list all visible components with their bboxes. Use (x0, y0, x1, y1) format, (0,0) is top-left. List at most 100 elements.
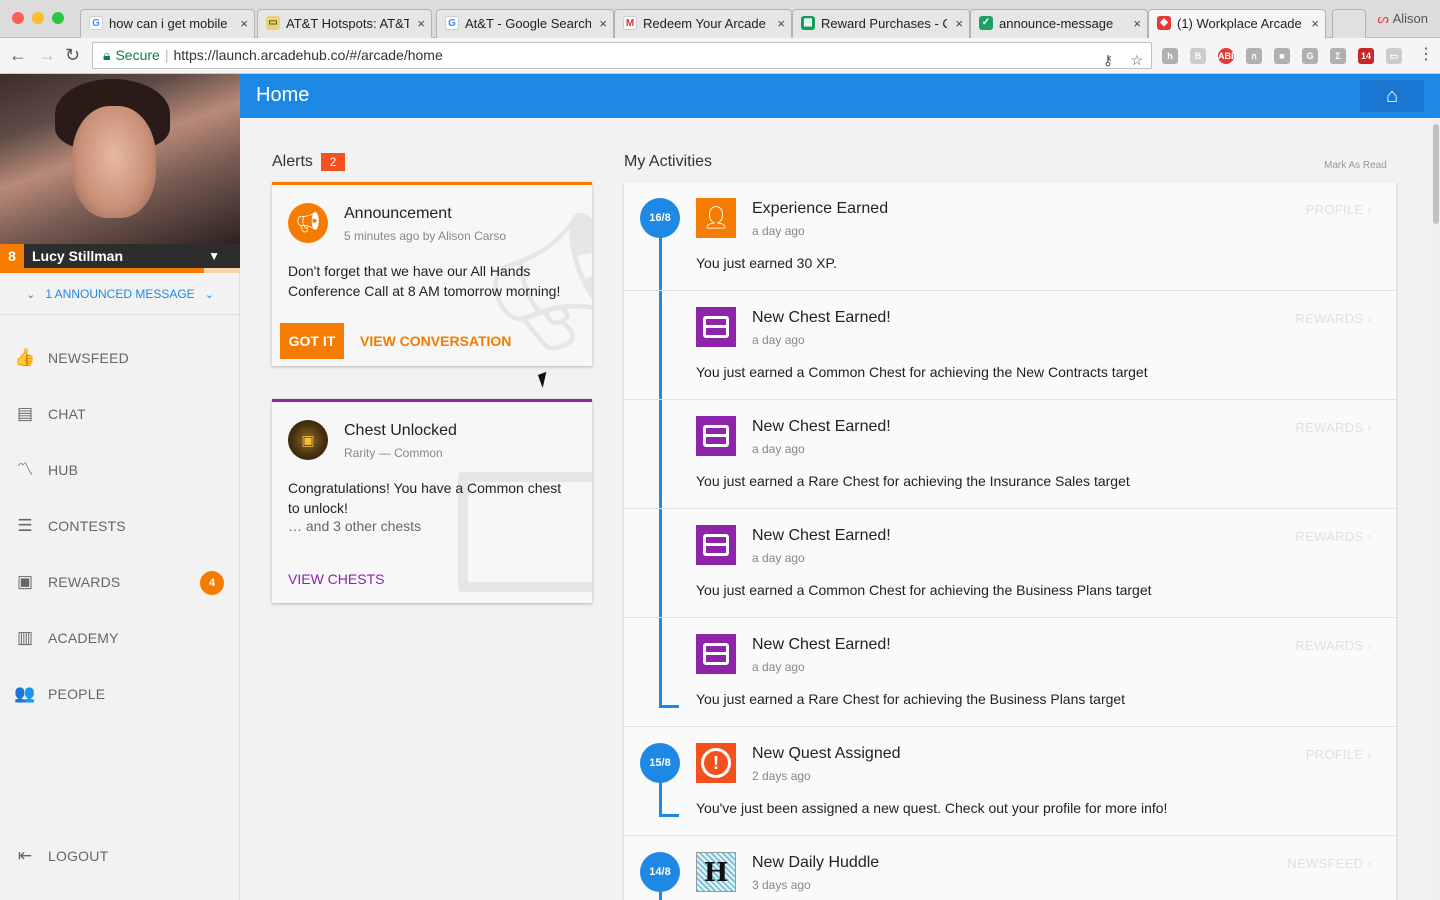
browser-tab[interactable]: ▦ Reward Purchases - C × (792, 9, 970, 38)
activity-title: New Chest Earned! (752, 527, 891, 544)
sheets-icon: ▦ (801, 16, 815, 30)
activity-body: You just earned a Common Chest for achie… (696, 364, 1148, 380)
extension-icon[interactable]: ▭ (1386, 48, 1402, 64)
browser-tab[interactable]: G At&T - Google Search × (436, 9, 614, 38)
activity-body: You just earned a Common Chest for achie… (696, 582, 1152, 598)
extension-icon[interactable]: G (1302, 48, 1318, 64)
activity-time: a day ago (752, 551, 805, 565)
reload-icon[interactable]: ↻ (65, 46, 80, 64)
forward-arrow-icon[interactable]: → (38, 46, 56, 64)
chevron-right-icon: › (1367, 747, 1372, 762)
close-tab-icon[interactable]: × (1311, 10, 1319, 37)
sidebar-item-hub[interactable]: 〽 HUB (0, 450, 240, 490)
logout-button[interactable]: ⇤ LOGOUT (0, 836, 240, 876)
avatar[interactable] (0, 74, 240, 244)
extension-icon[interactable]: h (1162, 48, 1178, 64)
sidebar-item-label: CONTESTS (48, 518, 126, 534)
menu-dots-icon[interactable]: ⋮ (1418, 46, 1434, 64)
view-chests-button[interactable]: VIEW CHESTS (288, 570, 384, 588)
scrollbar[interactable] (1432, 118, 1440, 900)
activity-link-label: REWARDS (1295, 311, 1364, 326)
activity-link-label: REWARDS (1295, 529, 1364, 544)
minimize-window-icon[interactable] (32, 12, 44, 24)
google-icon: G (445, 16, 459, 30)
activity-title: New Chest Earned! (752, 309, 891, 326)
browser-tab[interactable]: ▭ AT&T Hotspots: AT&T × (257, 9, 432, 38)
activity-link-label: REWARDS (1295, 638, 1364, 653)
main-content: Alerts 2 📢︎ 📢︎ Announcement 5 minutes ag… (240, 118, 1432, 900)
activity-link-rewards[interactable]: REWARDS › (1295, 638, 1372, 653)
activity-link-rewards[interactable]: REWARDS › (1295, 311, 1372, 326)
sidebar: 8 Lucy Stillman ▼ ⌄ 1 ANNOUNCED MESSAGE ⌄ … (0, 74, 240, 900)
app: 8 Lucy Stillman ▼ ⌄ 1 ANNOUNCED MESSAGE ⌄ … (0, 74, 1440, 900)
extension-icon[interactable]: Σ (1330, 48, 1346, 64)
key-icon[interactable]: ⚷ (1103, 48, 1113, 73)
browser-toolbar: ← → ↻ 🔒︎ Secure | https://launch.arcadehub.… (0, 38, 1440, 74)
chest-more-text: … and 3 other chests (288, 518, 422, 534)
maximize-window-icon[interactable] (52, 12, 64, 24)
home-button[interactable]: ⌂ (1360, 80, 1424, 112)
activity-link-profile[interactable]: PROFILE › (1306, 747, 1372, 762)
activity-link-profile[interactable]: PROFILE › (1306, 202, 1372, 217)
activity-link-label: PROFILE (1305, 202, 1364, 217)
app-header: Home ⌂ (240, 74, 1440, 118)
browser-tab-bar: G how can i get mobile × ▭ AT&T Hotspots… (0, 0, 1440, 39)
activity-title: Experience Earned (752, 200, 889, 217)
close-tab-icon[interactable]: × (955, 10, 963, 37)
announced-message-toggle[interactable]: ⌄ 1 ANNOUNCED MESSAGE ⌄ (0, 280, 240, 308)
chest-title: Chest Unlocked (344, 422, 457, 439)
extension-icon[interactable]: B (1190, 48, 1206, 64)
browser-tab[interactable]: ✓ announce-message × (970, 9, 1148, 38)
announcement-meta: 5 minutes ago by Alison Carso (344, 229, 507, 243)
close-window-icon[interactable] (12, 12, 24, 24)
huddle-icon: H (696, 852, 736, 892)
activity-item: New Chest Earned! a day ago REWARDS › Yo… (624, 618, 1396, 727)
browser-tab-active[interactable]: ◆ (1) Workplace Arcade × (1148, 9, 1326, 39)
close-tab-icon[interactable]: × (777, 10, 785, 37)
activities-list: 16/8 👤︎ Experience Earned a day ago PROF… (624, 182, 1396, 900)
logout-label: LOGOUT (48, 848, 109, 864)
extension-icon[interactable]: ■ (1274, 48, 1290, 64)
activity-link-rewards[interactable]: REWARDS › (1295, 420, 1372, 435)
view-conversation-button[interactable]: VIEW CONVERSATION (360, 323, 511, 359)
activity-link-rewards[interactable]: REWARDS › (1295, 529, 1372, 544)
mark-as-read-button[interactable]: Mark As Read (1324, 160, 1387, 171)
chevron-down-icon[interactable]: ▼ (208, 244, 220, 268)
activity-body: You've just been assigned a new quest. C… (696, 800, 1168, 816)
extension-icon[interactable]: ก (1246, 48, 1262, 64)
sidebar-item-academy[interactable]: ▥ ACADEMY (0, 618, 240, 658)
tab-title: (1) Workplace Arcade (1177, 16, 1302, 31)
xp-progress-fill (0, 268, 204, 273)
star-icon[interactable]: ☆ (1130, 48, 1143, 73)
got-it-button[interactable]: GOT IT (280, 323, 344, 359)
activity-item: 16/8 👤︎ Experience Earned a day ago PROF… (624, 182, 1396, 291)
new-tab-button[interactable] (1332, 9, 1366, 38)
activity-body: You just earned 30 XP. (696, 255, 837, 271)
activity-item: 14/8 H New Daily Huddle 3 days ago NEWSF… (624, 836, 1396, 900)
sidebar-item-newsfeed[interactable]: 👍 NEWSFEED (0, 338, 240, 378)
activity-time: a day ago (752, 333, 805, 347)
date-marker: 14/8 (640, 852, 680, 892)
adblock-icon[interactable]: ABP (1218, 48, 1237, 64)
logout-icon: ⇤ (17, 846, 33, 865)
close-tab-icon[interactable]: × (417, 10, 425, 37)
sidebar-item-chat[interactable]: ▤ CHAT (0, 394, 240, 434)
sidebar-item-people[interactable]: 👥 PEOPLE (0, 674, 240, 714)
back-arrow-icon[interactable]: ← (9, 46, 27, 64)
sidebar-item-contests[interactable]: ☰ CONTESTS (0, 506, 240, 546)
close-tab-icon[interactable]: × (1133, 10, 1141, 37)
close-tab-icon[interactable]: × (240, 10, 248, 37)
browser-tab[interactable]: G how can i get mobile × (80, 9, 255, 38)
user-menu[interactable]: 8 Lucy Stillman ▼ (0, 244, 240, 268)
browser-tab[interactable]: M Redeem Your Arcade × (614, 9, 792, 38)
sidebar-item-rewards[interactable]: ▣ REWARDS 4 (0, 562, 240, 602)
tab-title: Redeem Your Arcade (643, 16, 766, 31)
activity-link-newsfeed[interactable]: NEWSFEED › (1287, 856, 1372, 871)
browser-profile[interactable]: ᔕ Alison (1377, 11, 1428, 27)
activity-time: a day ago (752, 660, 805, 674)
address-bar[interactable]: 🔒︎ Secure | https://launch.arcadehub.co/#/a… (92, 42, 1152, 69)
close-tab-icon[interactable]: × (599, 10, 607, 37)
calendar-icon[interactable]: 14 (1358, 48, 1374, 64)
announcement-body: Don't forget that we have our All Hands … (288, 263, 561, 299)
scrollbar-thumb[interactable] (1433, 124, 1439, 224)
